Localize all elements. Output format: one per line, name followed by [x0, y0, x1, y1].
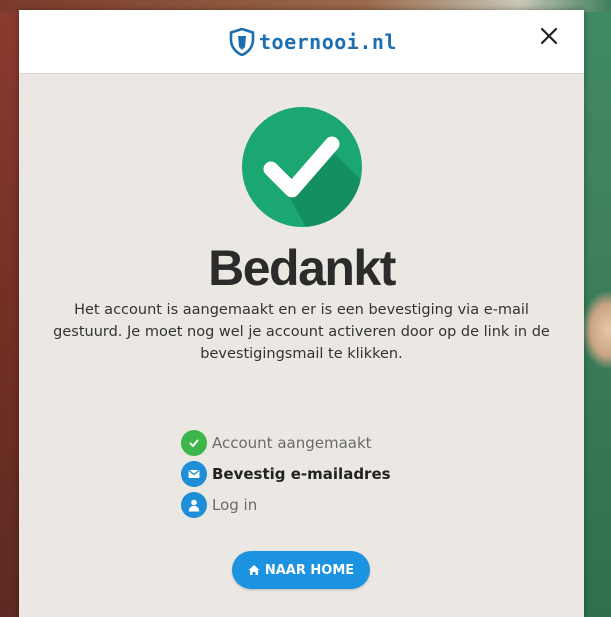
progress-steps: Account aangemaakt Bevestig e-mailadres …	[181, 428, 391, 521]
check-icon	[181, 430, 207, 456]
check-circle-icon	[241, 106, 363, 228]
user-icon	[181, 492, 207, 518]
step-account-created: Account aangemaakt	[181, 428, 391, 458]
confirmation-modal: toernooi.nl Bedankt Het account is aange…	[19, 10, 584, 617]
logo-text: toernooi.nl	[259, 30, 397, 54]
step-login: Log in	[181, 490, 391, 520]
home-button[interactable]: NAAR HOME	[232, 551, 370, 589]
confirmation-message: Het account is aangemaakt en er is een b…	[53, 302, 550, 362]
envelope-icon	[181, 461, 207, 487]
step-confirm-email: Bevestig e-mailadres	[181, 459, 391, 489]
home-button-label: NAAR HOME	[264, 562, 355, 578]
background-arm	[581, 290, 611, 370]
step-label: Account aangemaakt	[212, 434, 372, 452]
close-button[interactable]	[536, 25, 562, 51]
step-label: Bevestig e-mailadres	[212, 465, 391, 483]
shield-logo-icon	[229, 28, 255, 56]
close-icon	[540, 27, 558, 50]
logo: toernooi.nl	[229, 27, 397, 57]
home-icon	[248, 564, 260, 576]
step-label: Log in	[212, 496, 258, 514]
modal-header: toernooi.nl	[19, 10, 584, 74]
page-title: Bedankt	[208, 240, 396, 296]
